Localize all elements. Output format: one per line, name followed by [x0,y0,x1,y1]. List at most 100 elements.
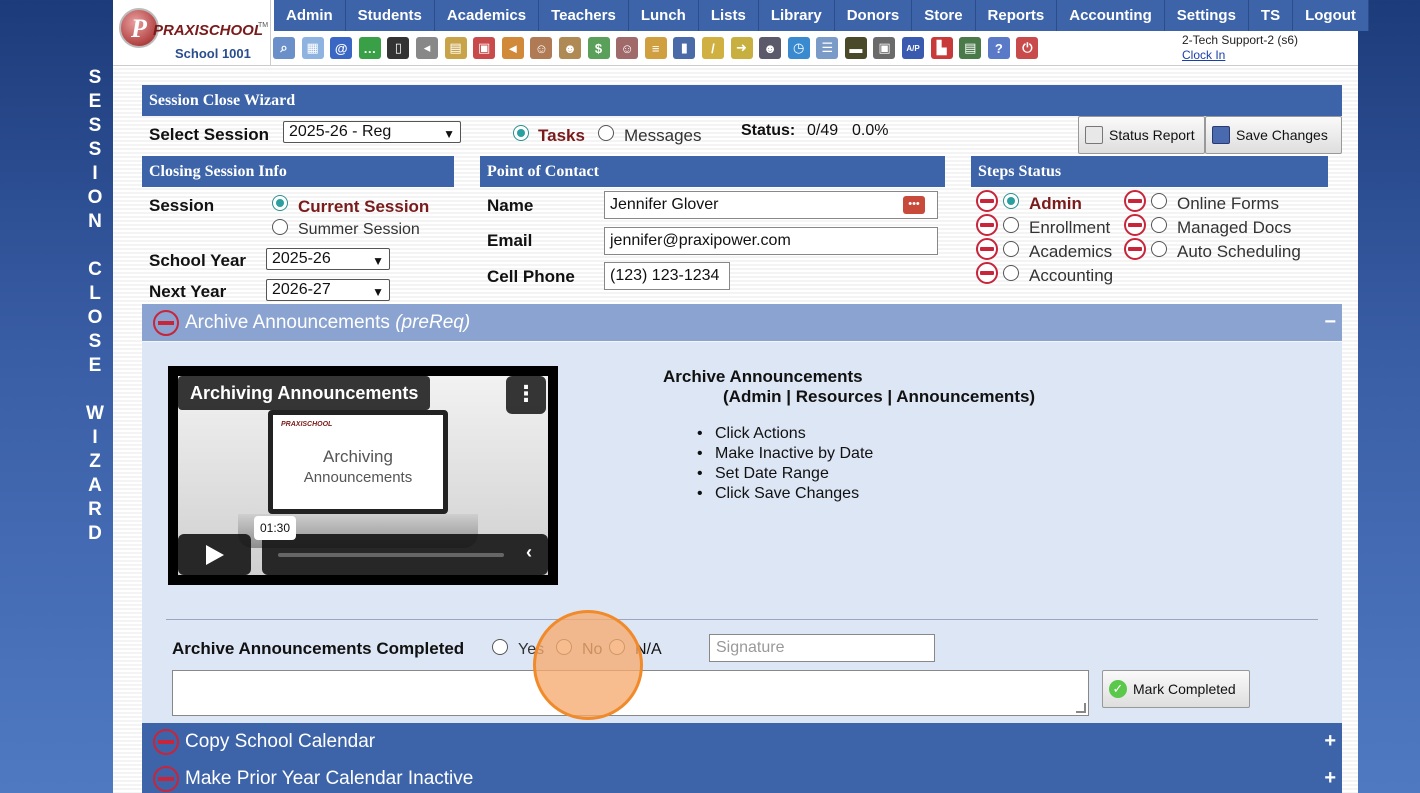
nav-item-settings[interactable]: Settings [1164,0,1249,31]
money-icon[interactable]: $ [587,37,610,59]
book-icon[interactable]: ▮ [673,37,696,59]
register-icon[interactable]: ▤ [959,37,982,59]
power-icon[interactable]: ⏻ [1016,37,1039,59]
signature-input[interactable]: Signature [709,634,935,662]
ap-icon[interactable]: A/P [902,37,925,59]
phone-icon[interactable]: ▯ [387,37,410,59]
nav-item-students[interactable]: Students [345,0,435,31]
minus-circle-icon [976,238,998,260]
clock-in-link[interactable]: Clock In [1182,48,1298,63]
form-icon[interactable]: ▤ [444,37,467,59]
notes-textarea[interactable] [172,670,1089,716]
nav-item-donors[interactable]: Donors [834,0,913,31]
grid-icon[interactable]: ▦ [301,37,324,59]
nav-item-lunch[interactable]: Lunch [628,0,699,31]
mark-completed-button[interactable]: ✓ Mark Completed [1102,670,1250,708]
status-report-button[interactable]: Status Report [1078,116,1205,154]
na-radio[interactable] [609,639,625,655]
archive-announcements-header[interactable]: Archive Announcements (preReq) − [142,304,1342,341]
instruction-step: Click Actions [715,424,873,444]
nav-item-academics[interactable]: Academics [434,0,540,31]
summer-session-radio[interactable] [272,219,288,235]
minus-circle-icon [1124,190,1146,212]
step-label: Online Forms [1177,194,1280,213]
make-prior-year-calendar-inactive-header[interactable]: Make Prior Year Calendar Inactive + [142,760,1342,793]
left-side-panel: S E S S I O N C L O S E W I Z A R D [0,0,113,793]
expand-toggle[interactable]: + [1324,760,1336,793]
help-icon[interactable]: ? [987,37,1010,59]
session-select-value: 2025-26 - Reg [289,123,392,140]
arrow-icon[interactable]: ➜ [730,37,753,59]
minus-circle-icon [1124,238,1146,260]
user-icon[interactable]: ☻ [558,37,581,59]
next-year-select[interactable]: 2026-27 ▼ [266,279,390,301]
step-label: Academics [1029,242,1113,261]
chevron-left-icon[interactable]: ‹ [526,542,532,563]
pdf-icon[interactable]: ▙ [930,37,953,59]
minus-circle-icon [1124,214,1146,236]
step-radio-enrollment[interactable] [1003,217,1019,233]
step-radio-auto-scheduling[interactable] [1151,241,1167,257]
search-icon[interactable]: ⌕ [273,37,295,59]
save-changes-label: Save Changes [1236,127,1328,143]
session-select[interactable]: 2025-26 - Reg ▼ [283,121,461,143]
nav-item-library[interactable]: Library [758,0,835,31]
play-icon[interactable] [178,534,251,575]
broom-icon[interactable]: / [701,37,724,59]
next-year-label: Next Year [149,282,227,301]
chevron-down-icon: ▼ [443,127,455,141]
divider [166,619,1318,620]
step-radio-admin[interactable] [1003,193,1019,209]
step-radio-online-forms[interactable] [1151,193,1167,209]
tasks-radio[interactable] [513,125,529,141]
megaphone-icon[interactable]: ◄ [501,37,524,59]
scrub-track[interactable] [278,553,504,557]
email-field[interactable]: jennifer@praxipower.com [604,227,938,255]
logo[interactable]: P PRAXISCHOOL TM School 1001 [113,0,271,66]
nav-item-store[interactable]: Store [912,0,976,31]
video-scrubber[interactable]: ‹ [262,534,548,575]
nav-item-reports[interactable]: Reports [975,0,1058,31]
people-icon[interactable]: ☺ [616,37,639,59]
copy-school-calendar-header[interactable]: Copy School Calendar + [142,723,1342,760]
mark-completed-label: Mark Completed [1133,681,1236,697]
printer-icon[interactable]: ▣ [873,37,896,59]
burger-icon[interactable]: ≡ [644,37,667,59]
nav-item-logout[interactable]: Logout [1293,0,1369,31]
nav-item-admin[interactable]: Admin [274,0,346,31]
step-radio-managed-docs[interactable] [1151,217,1167,233]
nav-item-ts[interactable]: TS [1248,0,1294,31]
video-screen-line1: Archiving [323,447,393,466]
current-session-radio[interactable] [272,195,288,211]
yes-radio[interactable] [492,639,508,655]
name-field[interactable]: Jennifer Glover ••• [604,191,938,219]
nav-item-teachers[interactable]: Teachers [539,0,629,31]
step-radio-academics[interactable] [1003,241,1019,257]
video-player[interactable]: PRAXISCHOOL Archiving Announcements Arch… [168,366,558,585]
teacher-icon[interactable]: ☻ [759,37,782,59]
cell-phone-field[interactable]: (123) 123-1234 [604,262,730,290]
school-year-select[interactable]: 2025-26 ▼ [266,248,390,270]
expand-toggle[interactable]: + [1324,723,1336,760]
nav-item-accounting[interactable]: Accounting [1057,0,1165,31]
messages-radio[interactable] [598,125,614,141]
clock-icon[interactable]: ◷ [787,37,810,59]
instructions-list: Click ActionsMake Inactive by DateSet Da… [697,424,873,504]
laptop-screen: PRAXISCHOOL Archiving Announcements [268,410,448,514]
logo-text: PRAXISCHOOL [153,22,264,39]
more-options-icon[interactable]: ••• [903,196,925,214]
save-changes-button[interactable]: Save Changes [1205,116,1342,154]
email-icon[interactable]: @ [330,37,353,59]
more-vertical-icon[interactable]: ⋮ [506,376,546,414]
speaker-icon[interactable]: ◂ [415,37,438,59]
no-radio[interactable] [556,639,572,655]
section-title: Copy School Calendar [185,731,376,752]
nav-item-lists[interactable]: Lists [698,0,759,31]
chat-icon[interactable]: … [358,37,381,59]
list-icon[interactable]: ☰ [816,37,839,59]
add-user-icon[interactable]: ☺ [530,37,553,59]
card-icon[interactable]: ▬ [844,37,867,59]
collapse-toggle[interactable]: − [1324,304,1336,341]
step-radio-accounting[interactable] [1003,265,1019,281]
calendar-icon[interactable]: ▣ [473,37,496,59]
